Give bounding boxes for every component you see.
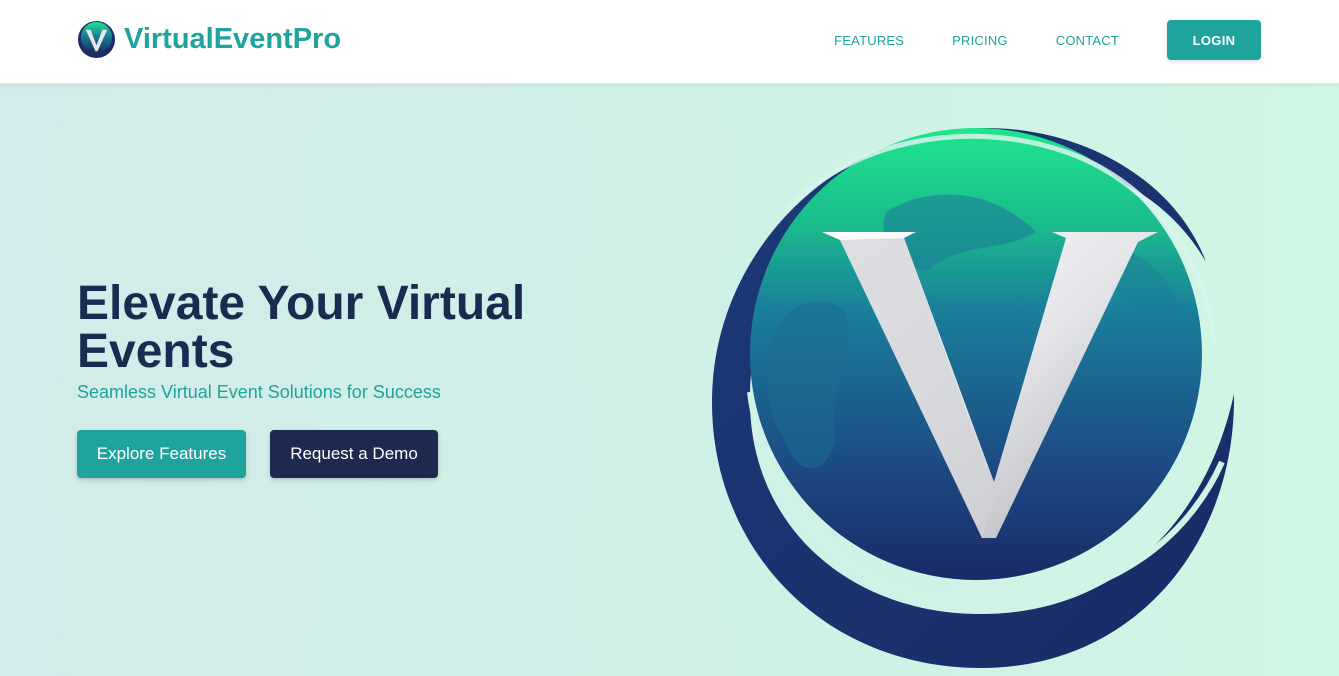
top-navbar: VirtualEventPro FEATURES PRICING CONTACT… — [0, 0, 1339, 84]
login-button[interactable]: LOGIN — [1167, 20, 1261, 60]
nav-link-pricing[interactable]: PRICING — [952, 33, 1008, 48]
globe-v-logo-icon — [77, 20, 116, 59]
nav-link-contact[interactable]: CONTACT — [1056, 33, 1119, 48]
hero-section: Elevate Your Virtual Events Seamless Vir… — [0, 84, 1339, 676]
globe-v-logo-icon — [712, 128, 1235, 668]
explore-features-button[interactable]: Explore Features — [77, 430, 246, 478]
hero-cta-group: Explore Features Request a Demo — [77, 430, 438, 478]
hero-text: Elevate Your Virtual Events Seamless Vir… — [77, 280, 597, 403]
main-nav: FEATURES PRICING CONTACT LOGIN — [834, 20, 1261, 60]
nav-link-features[interactable]: FEATURES — [834, 33, 904, 48]
hero-title: Elevate Your Virtual Events — [77, 277, 526, 378]
request-demo-button[interactable]: Request a Demo — [270, 430, 438, 478]
brand-name: VirtualEventPro — [124, 23, 342, 55]
brand-home-link[interactable]: VirtualEventPro — [77, 20, 341, 59]
hero-subtitle: Seamless Virtual Event Solutions for Suc… — [77, 382, 441, 402]
